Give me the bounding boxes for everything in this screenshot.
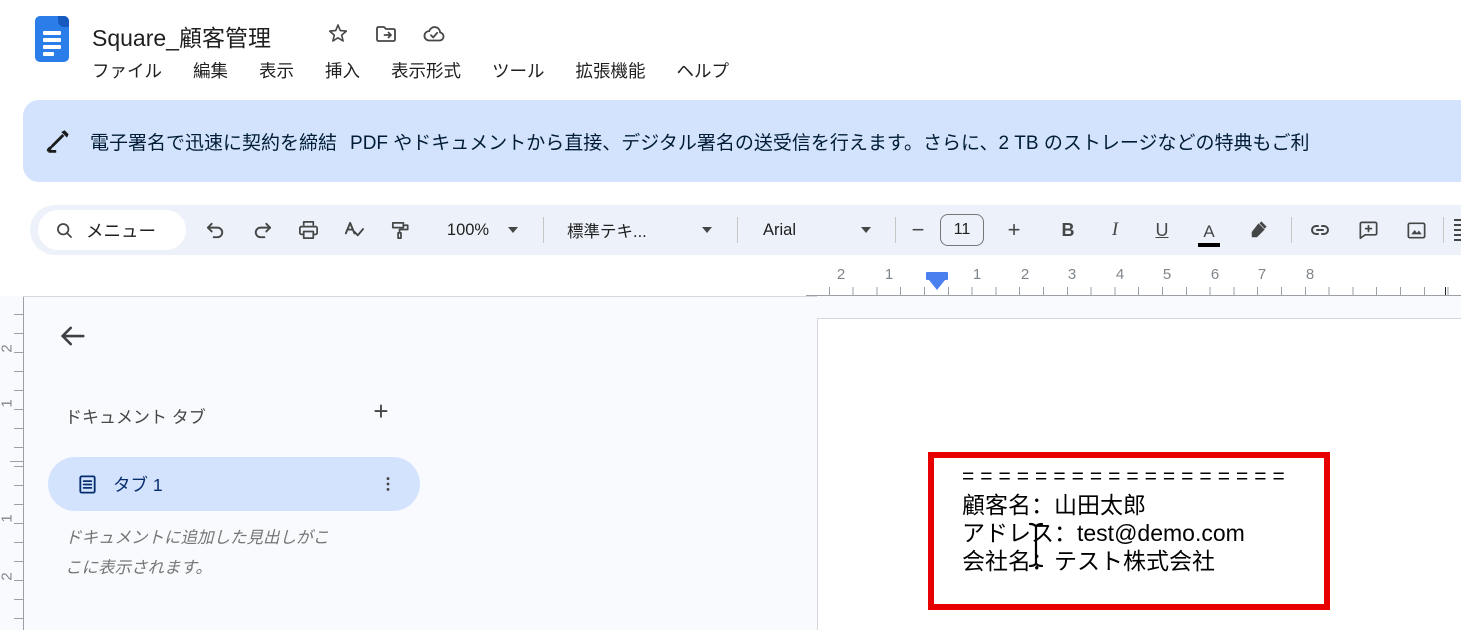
ruler-label: 1	[0, 399, 16, 408]
ruler-label: 4	[1115, 266, 1125, 283]
chevron-down-icon[interactable]	[702, 227, 712, 238]
undo-icon[interactable]	[204, 218, 228, 242]
menu-extensions[interactable]: 拡張機能	[576, 58, 646, 83]
font-family-select[interactable]: Arial	[763, 205, 796, 255]
bold-button[interactable]: B	[1053, 205, 1083, 255]
docs-logo-fold	[58, 16, 69, 27]
horizontal-ruler[interactable]	[806, 287, 1461, 295]
insert-image-icon[interactable]	[1404, 218, 1428, 242]
menu-tools[interactable]: ツール	[492, 58, 545, 83]
ruler-label: 1	[884, 266, 894, 283]
search-menus-label: メニュー	[86, 220, 156, 241]
docs-logo-line	[43, 38, 61, 42]
tab-options-icon[interactable]	[378, 474, 398, 494]
indent-marker-bar[interactable]	[926, 272, 948, 280]
zoom-select[interactable]: 100%	[442, 205, 494, 255]
increase-font-size-button[interactable]: +	[1002, 205, 1026, 255]
document-tabs-header: ドキュメント タブ	[65, 408, 206, 427]
menu-file[interactable]: ファイル	[92, 58, 162, 83]
menu-help[interactable]: ヘルプ	[677, 58, 730, 83]
document-text[interactable]: ================== 顧客名：山田太郎 アドレス：test@de…	[962, 463, 1291, 575]
google-docs-logo-icon[interactable]	[35, 16, 69, 62]
tabs-hint-line2: こに表示されます。	[65, 559, 212, 577]
decrease-font-size-button[interactable]: −	[906, 205, 930, 255]
menu-bar: ファイル 編集 表示 挿入 表示形式 ツール 拡張機能 ヘルプ	[92, 58, 729, 83]
ruler-label: 2	[1020, 266, 1030, 283]
underline-button[interactable]: U	[1147, 205, 1177, 255]
toolbar-divider	[737, 217, 738, 243]
toolbar-divider	[543, 217, 544, 243]
ruler-label: 1	[0, 514, 16, 523]
menu-edit[interactable]: 編集	[193, 58, 228, 83]
text-cursor-icon	[1027, 521, 1045, 569]
address-line[interactable]: アドレス：test@demo.com	[962, 519, 1291, 547]
tabs-hint-text: ドキュメントに追加した見出しがこ こに表示されます。	[65, 523, 329, 583]
text-color-swatch	[1198, 242, 1220, 248]
vertical-ruler-line	[23, 296, 24, 630]
banner-lead-text: 電子署名で迅速に契約を締結	[90, 132, 338, 154]
text-color-button[interactable]: A	[1194, 205, 1224, 255]
toolbar-divider	[1291, 217, 1292, 243]
chevron-down-icon[interactable]	[861, 227, 871, 238]
search-menus-button[interactable]: メニュー	[38, 210, 186, 250]
menu-format[interactable]: 表示形式	[391, 58, 461, 83]
ruler-label: 1	[972, 266, 982, 283]
document-tab-icon	[76, 473, 99, 496]
star-icon[interactable]	[326, 22, 350, 46]
ruler-label: 8	[1305, 266, 1315, 283]
toolbar: メニュー 100% 標準テキ... Arial − 11 + B I U A	[30, 205, 1461, 255]
docs-logo-line	[43, 52, 54, 56]
banner-body-text: PDF やドキュメントから直接、デジタル署名の送受信を行えます。さらに、2 TB…	[350, 132, 1310, 154]
toolbar-divider	[1443, 217, 1444, 243]
menu-insert[interactable]: 挿入	[325, 58, 360, 83]
paint-format-icon[interactable]	[388, 218, 412, 242]
separator-line[interactable]: ==================	[962, 463, 1291, 491]
cloud-saved-icon[interactable]	[422, 22, 446, 46]
ruler-label: 2	[0, 344, 16, 353]
menu-view[interactable]: 表示	[259, 58, 294, 83]
insert-link-icon[interactable]	[1308, 218, 1332, 242]
spell-check-icon[interactable]	[341, 218, 365, 242]
vertical-ruler-zero-tick	[10, 461, 23, 462]
chevron-down-icon[interactable]	[508, 227, 518, 238]
ruler-label: 7	[1257, 266, 1267, 283]
italic-button[interactable]: I	[1100, 205, 1130, 255]
search-icon	[54, 220, 75, 241]
tabs-hint-line1: ドキュメントに追加した見出しがこ	[65, 529, 329, 547]
close-tabs-panel-button[interactable]	[57, 321, 87, 351]
company-line[interactable]: 会社名：テスト株式会社	[962, 547, 1291, 575]
font-size-input[interactable]: 11	[940, 214, 984, 246]
indent-marker[interactable]	[926, 272, 948, 298]
sidebar-top-border	[23, 296, 817, 297]
document-title[interactable]: Square_顧客管理	[92, 19, 271, 53]
tab-label: タブ 1	[113, 474, 163, 495]
ruler-label: 2	[836, 266, 846, 283]
ruler-label: 2	[0, 572, 16, 581]
add-tab-button[interactable]: +	[366, 396, 396, 426]
add-comment-icon[interactable]	[1356, 218, 1380, 242]
print-icon[interactable]	[296, 218, 320, 242]
docs-logo-line	[43, 45, 61, 49]
redo-icon[interactable]	[249, 218, 273, 242]
toolbar-divider	[895, 217, 896, 243]
docs-logo-line	[43, 31, 61, 35]
signature-pen-icon	[45, 128, 72, 155]
toolbar-overflow-icon[interactable]	[1454, 219, 1461, 241]
highlight-color-icon[interactable]	[1245, 218, 1269, 242]
move-to-folder-icon[interactable]	[374, 22, 398, 46]
ruler-label: 5	[1162, 266, 1172, 283]
text-color-label: A	[1203, 221, 1215, 241]
ruler-label: 3	[1067, 266, 1077, 283]
esignature-promo-banner[interactable]: 電子署名で迅速に契約を締結 PDF やドキュメントから直接、デジタル署名の送受信…	[23, 100, 1461, 182]
paragraph-style-select[interactable]: 標準テキ...	[567, 205, 647, 255]
tab-item-selected[interactable]: タブ 1	[48, 457, 420, 511]
customer-name-line[interactable]: 顧客名：山田太郎	[962, 491, 1291, 519]
ruler-label: 6	[1210, 266, 1220, 283]
